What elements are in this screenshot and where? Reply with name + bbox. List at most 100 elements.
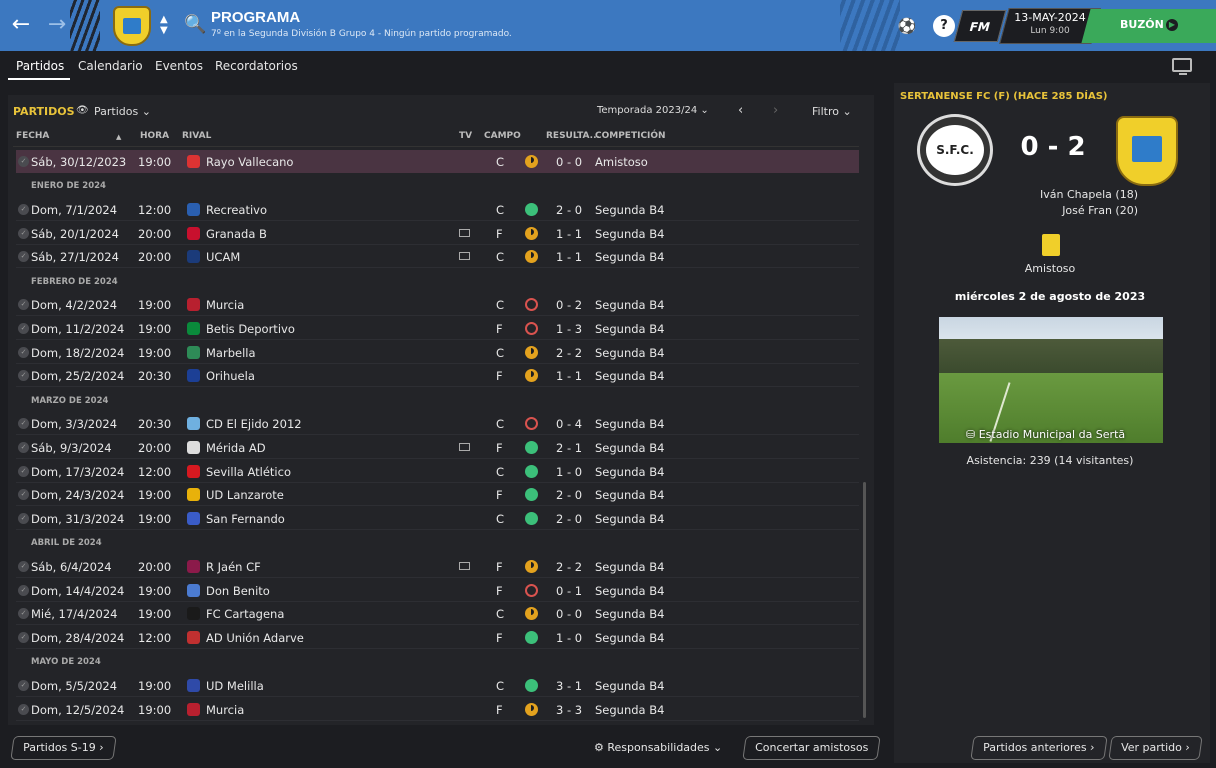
season-dropdown[interactable]: Temporada 2023/24 ⌄	[597, 105, 709, 116]
view-dropdown[interactable]: Partidos ⌄	[94, 105, 151, 118]
col-hora[interactable]: HORA	[140, 131, 169, 141]
fixture-rival[interactable]: Rayo Vallecano	[206, 155, 293, 169]
fixture-rival[interactable]: Murcia	[206, 703, 244, 717]
switch-club-icon[interactable]: ▲ ▼	[160, 14, 168, 36]
fixture-rival[interactable]: CD El Ejido 2012	[206, 417, 302, 431]
result-icon	[525, 417, 538, 430]
check-icon: ✓	[18, 204, 29, 215]
arrange-friendlies-button[interactable]: Concertar amistosos	[742, 736, 881, 760]
continue-icon[interactable]: ▶	[1166, 19, 1178, 31]
youth-matches-label: Partidos S-19	[23, 741, 96, 754]
back-arrow-icon[interactable]: ←	[8, 12, 34, 38]
fixture-row[interactable]: ✓ Dom, 17/3/2024 12:00 Sevilla Atlético C 1 -…	[16, 460, 859, 483]
month-header: MAYO DE 2024	[31, 657, 101, 667]
fixture-competition: Segunda B4	[595, 369, 665, 383]
prev-season-icon[interactable]: ‹	[738, 103, 743, 118]
fixture-row[interactable]: ✓ Dom, 24/3/2024 19:00 UD Lanzarote F 2 - 0 Se…	[16, 483, 859, 506]
fixture-row[interactable]: ✓ Sáb, 27/1/2024 20:00 UCAM C 1 - 1 Segunda B4	[16, 245, 859, 268]
month-header: FEBRERO DE 2024	[31, 277, 118, 287]
youth-matches-button[interactable]: Partidos S-19 ›	[10, 736, 117, 760]
home-team-crest[interactable]: S.F.C.	[917, 114, 993, 186]
tab-recordatorios[interactable]: Recordatorios	[215, 59, 298, 73]
fixture-venue: F	[496, 227, 503, 241]
help-icon[interactable]: ?	[933, 15, 955, 37]
previous-matches-button[interactable]: Partidos anteriores ›	[970, 736, 1108, 760]
fixture-rival[interactable]: UCAM	[206, 250, 240, 264]
fixture-rival[interactable]: AD Unión Adarve	[206, 631, 304, 645]
fixture-score: 2 - 0	[556, 203, 583, 217]
fixture-competition: Segunda B4	[595, 465, 665, 479]
fixture-row[interactable]: ✓ Dom, 12/5/2024 19:00 Murcia F 3 - 3 Segunda …	[16, 698, 859, 721]
view-match-button[interactable]: Ver partido ›	[1108, 736, 1203, 760]
forward-arrow-icon[interactable]: →	[44, 12, 70, 38]
rival-crest-icon	[187, 465, 200, 478]
fixture-row[interactable]: ✓ Dom, 3/3/2024 20:30 CD El Ejido 2012 C 0 - …	[16, 412, 859, 435]
sort-asc-icon[interactable]: ▲	[116, 133, 121, 141]
fixture-row[interactable]: ✓ Sáb, 6/4/2024 20:00 R Jaén CF F 2 - 2 Segund…	[16, 555, 859, 578]
fixture-venue: C	[496, 155, 505, 169]
fixture-venue: C	[496, 465, 505, 479]
fixture-row[interactable]: ✓ Mié, 17/4/2024 19:00 FC Cartagena C 0 - 0 Se…	[16, 602, 859, 625]
fixture-rival[interactable]: Orihuela	[206, 369, 255, 383]
fixture-row[interactable]: ✓ Dom, 18/2/2024 19:00 Marbella C 2 - 2 Segund…	[16, 341, 859, 364]
fixture-rival[interactable]: Sevilla Atlético	[206, 465, 291, 479]
fixture-score: 1 - 1	[556, 369, 583, 383]
next-season-icon[interactable]: ›	[773, 103, 778, 118]
fixture-row[interactable]: ✓ Dom, 4/2/2024 19:00 Murcia C 0 - 2 Segunda B…	[16, 293, 859, 316]
fixture-row[interactable]: ✓ Dom, 7/1/2024 12:00 Recreativo C 2 - 0 Segun…	[16, 198, 859, 221]
search-icon[interactable]: 🔍	[184, 14, 206, 35]
current-date: 13-MAY-2024	[1014, 11, 1086, 24]
fixture-rival[interactable]: San Fernando	[206, 512, 285, 526]
fixture-row[interactable]: ✓ Dom, 11/2/2024 19:00 Betis Deportivo F 1 - …	[16, 317, 859, 340]
fixture-rival[interactable]: UD Melilla	[206, 679, 264, 693]
fixture-rival[interactable]: FC Cartagena	[206, 607, 284, 621]
col-fecha[interactable]: FECHA	[16, 131, 49, 141]
filter-dropdown[interactable]: Filtro ⌄	[812, 105, 852, 118]
fixture-row[interactable]: ✓ Sáb, 20/1/2024 20:00 Granada B F 1 - 1 Segun…	[16, 222, 859, 245]
col-tv[interactable]: TV	[459, 131, 472, 141]
club-crest[interactable]	[113, 6, 151, 46]
tab-bar: Partidos Calendario Eventos Recordatorio…	[0, 51, 1216, 81]
check-icon: ✓	[18, 323, 29, 334]
fixture-rival[interactable]: Recreativo	[206, 203, 267, 217]
fixture-score: 1 - 0	[556, 631, 583, 645]
scrollbar[interactable]	[863, 482, 866, 718]
rival-crest-icon	[187, 488, 200, 501]
fixture-competition: Amistoso	[595, 155, 648, 169]
check-icon: ✓	[18, 513, 29, 524]
fixture-row[interactable]: ✓ Sáb, 30/12/2023 19:00 Rayo Vallecano C 0 - …	[16, 150, 859, 173]
fixture-row[interactable]: ✓ Dom, 14/4/2024 19:00 Don Benito F 0 - 1 Segu…	[16, 579, 859, 602]
fixture-row[interactable]: ✓ Dom, 28/4/2024 12:00 AD Unión Adarve F 1 - …	[16, 626, 859, 649]
fixture-rival[interactable]: R Jaén CF	[206, 560, 261, 574]
tab-calendario[interactable]: Calendario	[78, 59, 143, 73]
eye-icon[interactable]: 👁	[76, 105, 89, 116]
fixture-rival[interactable]: Don Benito	[206, 584, 270, 598]
fixture-rival[interactable]: Murcia	[206, 298, 244, 312]
col-competicion[interactable]: COMPETICIÓN	[595, 131, 666, 141]
fixture-rival[interactable]: UD Lanzarote	[206, 488, 284, 502]
competition-logo	[1042, 234, 1060, 256]
fixture-row[interactable]: ✓ Dom, 5/5/2024 19:00 UD Melilla C 3 - 1 Segun…	[16, 674, 859, 697]
view-match-label: Ver partido	[1121, 741, 1182, 754]
fixture-rival[interactable]: Betis Deportivo	[206, 322, 295, 336]
fm-menu-button[interactable]: FM	[953, 10, 1007, 42]
fixture-row[interactable]: ✓ Dom, 31/3/2024 19:00 San Fernando C 2 - 0 Se…	[16, 507, 859, 530]
globe-icon[interactable]: ⚽	[896, 15, 918, 37]
responsibilities-dropdown[interactable]: ⚙ Responsabilidades ⌄	[594, 741, 722, 754]
fixture-rival[interactable]: Granada B	[206, 227, 267, 241]
fixture-row[interactable]: ✓ Dom, 25/2/2024 20:30 Orihuela F 1 - 1 Segund…	[16, 364, 859, 387]
screen-icon[interactable]	[1172, 58, 1192, 75]
fixture-date: Sáb, 27/1/2024	[31, 250, 119, 264]
tab-partidos[interactable]: Partidos	[16, 59, 64, 73]
fixture-time: 19:00	[138, 607, 172, 621]
col-resultado[interactable]: RESULTA...	[546, 131, 600, 141]
fixture-rival[interactable]: Marbella	[206, 346, 256, 360]
fixture-rival[interactable]: Mérida AD	[206, 441, 266, 455]
col-rival[interactable]: RIVAL	[182, 131, 211, 141]
rival-crest-icon	[187, 631, 200, 644]
fixture-row[interactable]: ✓ Sáb, 9/3/2024 20:00 Mérida AD F 2 - 1 Segund…	[16, 436, 859, 459]
fixture-time: 19:00	[138, 155, 172, 169]
away-team-crest[interactable]	[1116, 116, 1178, 186]
col-campo[interactable]: CAMPO	[484, 131, 521, 141]
tab-eventos[interactable]: Eventos	[155, 59, 203, 73]
